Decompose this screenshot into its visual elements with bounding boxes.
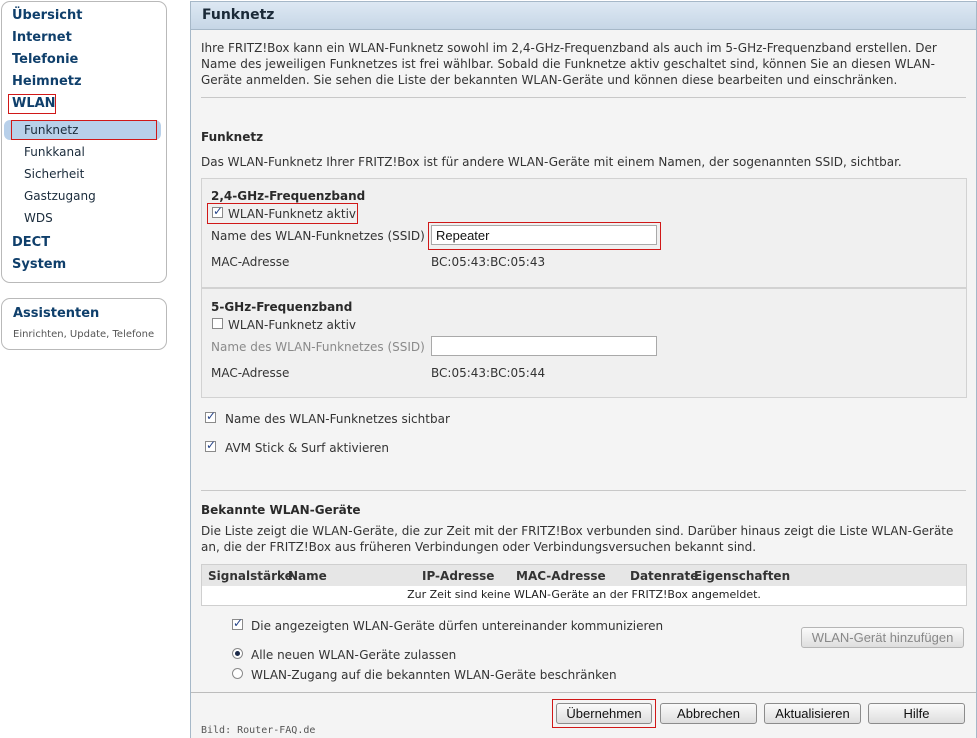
nav-sub-funkkanal[interactable]: Funkkanal bbox=[24, 145, 85, 159]
stick-surf-label: AVM Stick & Surf aktivieren bbox=[225, 441, 390, 455]
apply-highlight-frame bbox=[552, 699, 656, 728]
active-highlight-frame bbox=[207, 203, 358, 224]
allow-all-label: Alle neuen WLAN-Geräte zulassen bbox=[251, 648, 457, 662]
panel-header: Funknetz bbox=[191, 2, 976, 30]
nav-sub-wds[interactable]: WDS bbox=[24, 211, 53, 225]
band-24ghz-mac-value: BC:05:43:BC:05:43 bbox=[431, 255, 546, 269]
stick-surf-checkbox[interactable] bbox=[205, 438, 216, 452]
band-5ghz-ssid-label: Name des WLAN-Funknetzes (SSID) bbox=[211, 340, 425, 354]
funknetz-highlight-frame bbox=[11, 120, 157, 140]
nav-item-system[interactable]: System bbox=[12, 257, 66, 272]
help-button[interactable]: Hilfe bbox=[868, 703, 965, 724]
band-5ghz-title: 5-GHz-Frequenzband bbox=[211, 300, 353, 314]
nav-item-uebersicht[interactable]: Übersicht bbox=[12, 8, 82, 23]
button-bar: Übernehmen Abbrechen Aktualisieren Hilfe… bbox=[191, 692, 976, 738]
devices-table: Signalstärke Name IP-Adresse MAC-Adresse… bbox=[201, 564, 967, 606]
known-devices-description: Die Liste zeigt die WLAN-Geräte, die zur… bbox=[201, 524, 954, 554]
section-description: Das WLAN-Funknetz Ihrer FRITZ!Box ist fü… bbox=[201, 155, 902, 169]
add-device-button[interactable]: WLAN-Gerät hinzufügen bbox=[801, 627, 964, 648]
col-name[interactable]: Name bbox=[288, 569, 327, 583]
nav-item-telefonie[interactable]: Telefonie bbox=[12, 52, 78, 67]
ssid-highlight-frame bbox=[428, 222, 661, 250]
assistant-subtitle: Einrichten, Update, Telefone bbox=[13, 329, 155, 340]
band-24ghz-mac-label: MAC-Adresse bbox=[211, 255, 290, 269]
divider bbox=[201, 490, 966, 491]
communicate-checkbox[interactable] bbox=[232, 616, 243, 630]
band-24ghz-title: 2,4-GHz-Frequenzband bbox=[211, 189, 366, 203]
wlan-highlight-frame bbox=[8, 94, 56, 114]
page-title: Funknetz bbox=[202, 7, 275, 23]
assistant-title[interactable]: Assistenten bbox=[13, 306, 99, 321]
ssid-visible-checkbox[interactable] bbox=[205, 409, 216, 423]
nav-item-internet[interactable]: Internet bbox=[12, 30, 72, 45]
band-5ghz-ssid-input[interactable] bbox=[431, 336, 657, 356]
table-empty-message: Zur Zeit sind keine WLAN-Geräte an der F… bbox=[407, 588, 761, 601]
refresh-button[interactable]: Aktualisieren bbox=[764, 703, 861, 724]
allow-all-radio[interactable] bbox=[232, 648, 243, 659]
content-panel: Funknetz Ihre FRITZ!Box kann ein WLAN-Fu… bbox=[190, 1, 977, 738]
nav-item-heimnetz[interactable]: Heimnetz bbox=[12, 74, 82, 89]
col-signal[interactable]: Signalstärke bbox=[208, 569, 293, 583]
divider bbox=[201, 97, 966, 98]
nav-sub-sicherheit[interactable]: Sicherheit bbox=[24, 167, 84, 181]
cancel-button[interactable]: Abbrechen bbox=[660, 703, 757, 724]
table-header: Signalstärke Name IP-Adresse MAC-Adresse… bbox=[202, 565, 966, 586]
band-5ghz-mac-label: MAC-Adresse bbox=[211, 366, 290, 380]
band-24ghz-ssid-label: Name des WLAN-Funknetzes (SSID) bbox=[211, 229, 425, 243]
nav-item-dect[interactable]: DECT bbox=[12, 235, 50, 250]
ssid-visible-label: Name des WLAN-Funknetzes sichtbar bbox=[225, 412, 450, 426]
col-rate[interactable]: Datenrate bbox=[630, 569, 698, 583]
section-title: Funknetz bbox=[201, 130, 264, 144]
image-credit: Bild: Router-FAQ.de bbox=[201, 725, 316, 736]
restrict-radio[interactable] bbox=[232, 668, 243, 679]
col-properties[interactable]: Eigenschaften bbox=[694, 569, 790, 583]
col-mac[interactable]: MAC-Adresse bbox=[516, 569, 606, 583]
band-5ghz-active-checkbox[interactable] bbox=[212, 318, 223, 329]
restrict-label: WLAN-Zugang auf die bekannten WLAN-Gerät… bbox=[251, 668, 617, 682]
band-5ghz-mac-value: BC:05:43:BC:05:44 bbox=[431, 366, 546, 380]
col-ip[interactable]: IP-Adresse bbox=[422, 569, 494, 583]
intro-text: Ihre FRITZ!Box kann ein WLAN-Funknetz so… bbox=[201, 41, 937, 87]
nav-sub-gastzugang[interactable]: Gastzugang bbox=[24, 189, 96, 203]
known-devices-title: Bekannte WLAN-Geräte bbox=[201, 503, 361, 517]
communicate-label: Die angezeigten WLAN-Geräte dürfen unter… bbox=[251, 619, 664, 633]
band-5ghz-active-label: WLAN-Funknetz aktiv bbox=[228, 318, 356, 332]
